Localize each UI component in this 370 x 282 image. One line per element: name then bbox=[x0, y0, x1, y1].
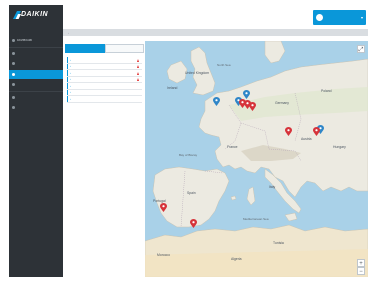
iberia-land bbox=[152, 166, 230, 228]
sidebar-nav: Dashboard bbox=[9, 36, 63, 114]
fullscreen-button[interactable]: ⤢ bbox=[357, 45, 365, 53]
daikin-logo-icon bbox=[13, 11, 21, 19]
map-pin-red[interactable] bbox=[285, 127, 292, 136]
corsica-sardinia-land bbox=[246, 186, 256, 206]
map-label: Ireland bbox=[167, 86, 178, 90]
map-pin-blue[interactable] bbox=[243, 90, 250, 99]
dot-icon bbox=[12, 83, 15, 86]
dot-icon bbox=[12, 72, 15, 76]
scandinavia-land bbox=[264, 41, 286, 64]
map-label: France bbox=[227, 145, 238, 149]
list-item[interactable]: › bbox=[67, 96, 142, 103]
map-label: Bay of Biscay bbox=[179, 153, 198, 157]
map-canvas bbox=[145, 41, 368, 277]
tab-groups[interactable] bbox=[104, 44, 144, 53]
daikin-logo[interactable]: DAIKIN bbox=[13, 11, 59, 31]
sidebar-item-6[interactable] bbox=[9, 93, 63, 102]
chevron-right-icon: › bbox=[70, 57, 71, 62]
home-icon bbox=[12, 39, 15, 42]
map-label: Mediterranean Sea bbox=[243, 217, 269, 221]
alarm-icon bbox=[137, 78, 139, 81]
map-pin-blue[interactable] bbox=[213, 97, 220, 106]
sicily-land bbox=[284, 212, 298, 222]
map-label: Germany bbox=[275, 101, 289, 105]
map-label: Spain bbox=[187, 191, 196, 195]
map-label: United Kingdom bbox=[185, 71, 210, 75]
chevron-right-icon: › bbox=[70, 90, 71, 95]
sidebar-item-5[interactable] bbox=[9, 80, 63, 89]
map-pin-red[interactable] bbox=[249, 102, 256, 111]
alarm-icon bbox=[137, 65, 139, 68]
sidebar-item-dashboard[interactable]: Dashboard bbox=[9, 36, 63, 45]
alarm-icon bbox=[137, 71, 139, 75]
avatar bbox=[316, 14, 323, 21]
map-pin-red[interactable] bbox=[160, 203, 167, 212]
map-label: Tunisia bbox=[273, 241, 284, 245]
tab-sites[interactable] bbox=[65, 44, 105, 53]
sites-panel: › › › › › › › bbox=[65, 41, 144, 277]
map-pin-red[interactable] bbox=[190, 219, 197, 228]
dot-icon bbox=[12, 62, 15, 65]
map-pin-red[interactable] bbox=[313, 127, 320, 136]
zoom-out-button[interactable]: − bbox=[357, 267, 365, 275]
site-list: › › › › › › › bbox=[67, 57, 142, 103]
dot-icon bbox=[12, 51, 15, 55]
chevron-right-icon: › bbox=[70, 77, 71, 82]
dot-icon bbox=[12, 95, 15, 99]
map-label: Hungary bbox=[333, 145, 346, 149]
zoom-in-button[interactable]: + bbox=[357, 259, 365, 267]
sidebar-item-label: Dashboard bbox=[17, 39, 33, 42]
ireland-land bbox=[166, 60, 188, 84]
map-label: North Sea bbox=[217, 63, 231, 67]
map-label: Algeria bbox=[231, 257, 242, 261]
chevron-right-icon: › bbox=[70, 70, 71, 75]
user-menu-button[interactable]: ▾ bbox=[313, 10, 366, 25]
alarm-icon bbox=[137, 58, 139, 62]
chevron-right-icon: › bbox=[70, 64, 71, 69]
breadcrumb-separator: › bbox=[68, 30, 69, 35]
sidebar-item-7[interactable] bbox=[9, 103, 63, 112]
brand-name: DAIKIN bbox=[21, 11, 49, 18]
breadcrumb: › bbox=[63, 29, 368, 36]
sidebar-item-3[interactable] bbox=[9, 59, 63, 68]
map-label: Morocco bbox=[157, 253, 171, 257]
dot-icon bbox=[12, 106, 15, 109]
sidebar-item-2[interactable] bbox=[9, 49, 63, 58]
chevron-down-icon: ▾ bbox=[360, 14, 363, 20]
map-label: Poland bbox=[321, 89, 332, 93]
top-bar: ▾ bbox=[63, 5, 368, 29]
sidebar-divider bbox=[9, 90, 63, 92]
sidebar-divider bbox=[9, 46, 63, 48]
chevron-right-icon: › bbox=[70, 83, 71, 88]
chevron-right-icon: › bbox=[70, 96, 71, 101]
panel-tabs bbox=[65, 44, 144, 53]
map-label: Austria bbox=[301, 137, 312, 141]
map-view[interactable]: North Sea United Kingdom Ireland Germany… bbox=[145, 41, 368, 277]
balearic-land bbox=[230, 195, 237, 201]
sidebar-item-4-active[interactable] bbox=[9, 69, 63, 79]
sidebar: DAIKIN Dashboard bbox=[9, 5, 63, 277]
map-label: Italy bbox=[269, 185, 276, 189]
